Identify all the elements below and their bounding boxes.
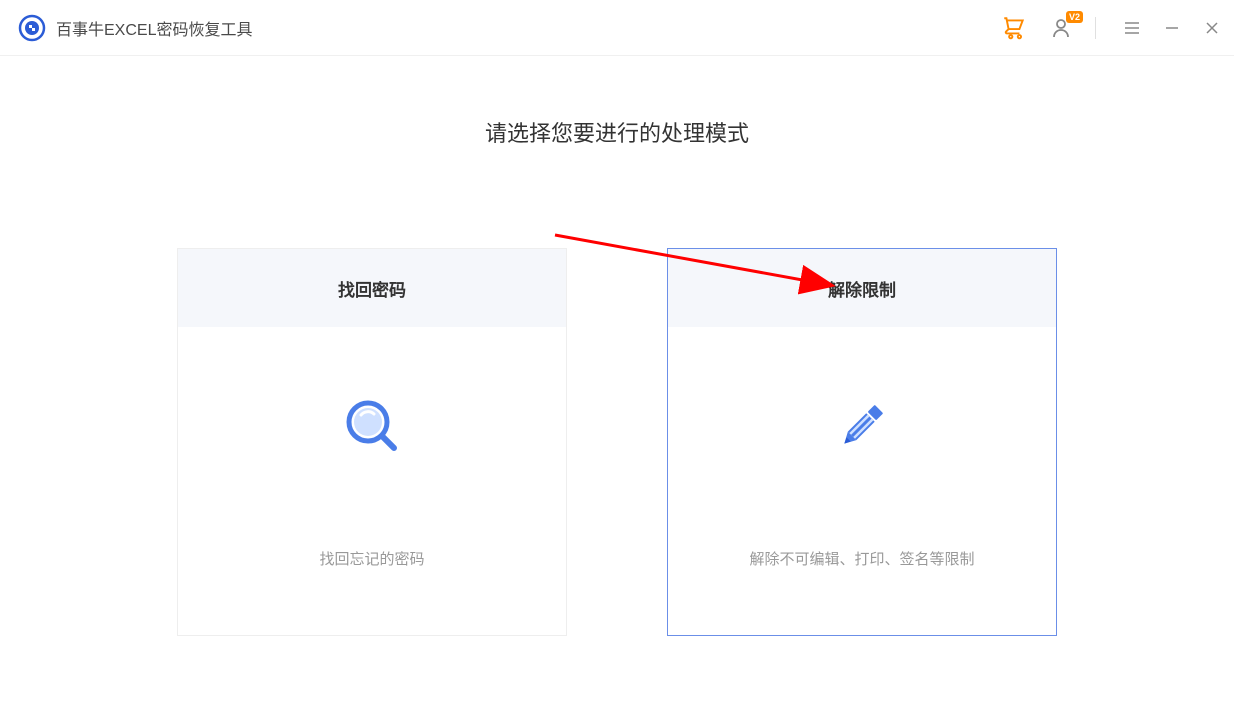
header-left: 百事牛EXCEL密码恢复工具 <box>18 14 252 42</box>
card-title: 找回密码 <box>178 249 566 327</box>
app-title: 百事牛EXCEL密码恢复工具 <box>56 16 252 40</box>
page-title: 请选择您要进行的处理模式 <box>0 116 1234 148</box>
cart-button[interactable] <box>1001 15 1027 41</box>
header-divider <box>1095 17 1096 39</box>
card-remove-restriction[interactable]: 解除限制 解除不可编辑、打印、签名等限制 <box>667 248 1057 636</box>
menu-button[interactable] <box>1122 18 1142 38</box>
minimize-button[interactable] <box>1162 18 1182 38</box>
main-content: 请选择您要进行的处理模式 找回密码 找回忘记的密码 解除限制 <box>0 56 1234 636</box>
window-controls <box>1122 18 1222 38</box>
card-desc: 找回忘记的密码 <box>319 548 424 569</box>
mode-cards: 找回密码 找回忘记的密码 解除限制 <box>0 248 1234 636</box>
app-logo-icon <box>18 14 46 42</box>
card-title: 解除限制 <box>668 249 1056 327</box>
card-recover-password[interactable]: 找回密码 找回忘记的密码 <box>177 248 567 636</box>
header-right: V2 <box>1001 15 1222 41</box>
card-body: 找回忘记的密码 <box>178 327 566 635</box>
card-body: 解除不可编辑、打印、签名等限制 <box>668 327 1056 635</box>
pencil-icon <box>830 394 894 458</box>
user-button[interactable]: V2 <box>1049 16 1073 40</box>
user-vip-badge: V2 <box>1066 11 1083 23</box>
close-button[interactable] <box>1202 18 1222 38</box>
app-header: 百事牛EXCEL密码恢复工具 V2 <box>0 0 1234 56</box>
search-icon <box>340 394 404 458</box>
card-desc: 解除不可编辑、打印、签名等限制 <box>749 548 974 569</box>
